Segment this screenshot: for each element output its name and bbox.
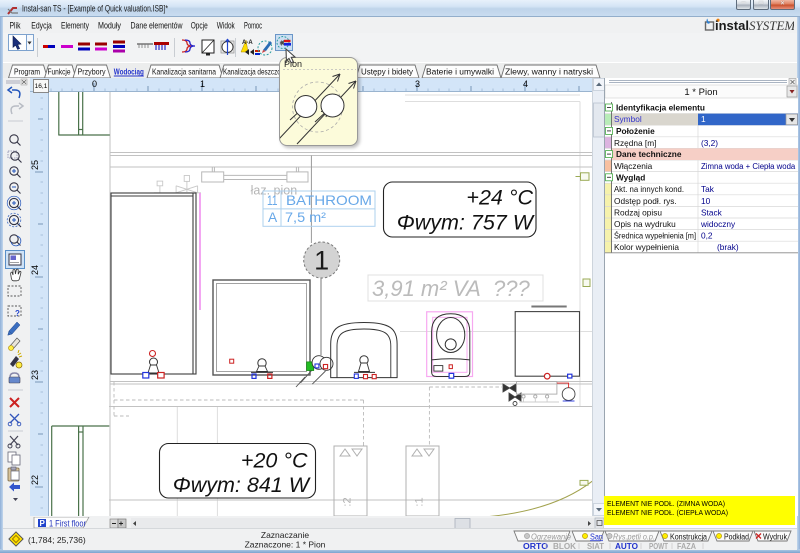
svg-text:3: 3 — [415, 79, 420, 89]
svg-text:ELEMENT NIE PODŁ. (CIEPŁA WODA: ELEMENT NIE PODŁ. (CIEPŁA WODA) — [607, 508, 728, 517]
svg-text:Φwym: 841 W: Φwym: 841 W — [173, 473, 311, 497]
svg-text:Stack: Stack — [701, 207, 723, 217]
svg-text:Opis na wydruku: Opis na wydruku — [614, 219, 676, 229]
svg-text:0,2: 0,2 — [701, 231, 713, 241]
svg-text:Odstęp podł. rys.: Odstęp podł. rys. — [614, 196, 677, 206]
svg-text:Zaznaczone: 1 * Pion: Zaznaczone: 1 * Pion — [245, 540, 326, 550]
svg-text:22: 22 — [30, 475, 40, 485]
svg-text:Dane elementów: Dane elementów — [131, 21, 183, 31]
svg-text:25: 25 — [30, 160, 40, 170]
svg-text:23: 23 — [30, 370, 40, 380]
svg-text:Położenie: Położenie — [616, 126, 655, 136]
svg-text:Rys.pętli o.p.: Rys.pętli o.p. — [613, 533, 655, 542]
svg-text:FAZA: FAZA — [677, 542, 696, 550]
svg-text:+20 °C: +20 °C — [241, 449, 308, 473]
svg-text:Φwym: 757 W: Φwym: 757 W — [397, 211, 535, 235]
svg-text:?: ? — [15, 309, 20, 318]
svg-text:7,5 m²: 7,5 m² — [285, 210, 326, 225]
svg-text:SYSTEM: SYSTEM — [749, 18, 794, 32]
svg-text::1: :1 — [414, 497, 426, 506]
svg-text:3,91 m² VA ???: 3,91 m² VA ??? — [372, 276, 531, 301]
svg-text:Kolor wypełnienia: Kolor wypełnienia — [614, 242, 679, 252]
svg-text:AUTO: AUTO — [615, 542, 638, 550]
svg-text:Podkład: Podkład — [724, 533, 749, 542]
svg-text::2: :2 — [342, 497, 354, 506]
svg-text:Identyfikacja elementu: Identyfikacja elementu — [616, 103, 705, 113]
svg-text:Wodociąg: Wodociąg — [114, 67, 144, 77]
svg-text:Wygląd: Wygląd — [616, 172, 645, 182]
svg-text:Dane techniczne: Dane techniczne — [616, 149, 682, 159]
svg-text:1: 1 — [314, 246, 329, 276]
svg-text:Pomoc: Pomoc — [244, 21, 262, 31]
svg-text:4: 4 — [523, 79, 528, 89]
svg-text:Baterie i umywalki: Baterie i umywalki — [426, 67, 494, 77]
svg-text:Wydruk: Wydruk — [763, 533, 788, 542]
svg-text:1 * Pion: 1 * Pion — [684, 87, 717, 98]
svg-text:Średnica wypełnienia [m]: Średnica wypełnienia [m] — [614, 230, 696, 241]
svg-text:1: 1 — [701, 114, 706, 124]
svg-text:(3,2): (3,2) — [701, 138, 718, 148]
svg-text:Akt. na innych kond.: Akt. na innych kond. — [614, 184, 684, 194]
svg-text:Moduły: Moduły — [98, 21, 121, 31]
svg-text:24: 24 — [30, 265, 40, 275]
svg-text:Zlewy, wanny i natryski: Zlewy, wanny i natryski — [505, 67, 593, 77]
svg-text:POWT: POWT — [649, 542, 668, 550]
svg-text:SIAT: SIAT — [587, 542, 604, 550]
svg-text:(brak): (brak) — [717, 242, 739, 252]
svg-text:11: 11 — [267, 193, 278, 208]
svg-text:Plik: Plik — [10, 21, 21, 31]
svg-text:1: 1 — [200, 79, 205, 89]
svg-text:Instal-san TS - [Example of Qu: Instal-san TS - [Example of Quick valuat… — [22, 4, 168, 15]
svg-text:Zaznaczanie: Zaznaczanie — [261, 530, 309, 540]
svg-text:A-A: A-A — [242, 40, 253, 46]
svg-text:0: 0 — [92, 79, 97, 89]
svg-text:Edycja: Edycja — [31, 21, 52, 31]
svg-text:P: P — [40, 519, 46, 528]
svg-text:Opcje: Opcje — [191, 21, 208, 31]
svg-text:(1,784; 25,736): (1,784; 25,736) — [28, 535, 86, 545]
svg-text:Przybory: Przybory — [78, 67, 107, 77]
svg-text:Ustępy i bidety: Ustępy i bidety — [361, 67, 414, 77]
svg-text:10: 10 — [701, 196, 711, 206]
svg-text:BATHROOM: BATHROOM — [286, 193, 372, 208]
svg-text:ELEMENT NIE PODŁ. (ZIMNA WODA): ELEMENT NIE PODŁ. (ZIMNA WODA) — [607, 499, 725, 508]
svg-text:Konstrukcja: Konstrukcja — [670, 533, 707, 542]
svg-text:1 First floor: 1 First floor — [49, 519, 86, 529]
svg-text:ORTO: ORTO — [523, 542, 548, 550]
svg-text:Rzędna [m]: Rzędna [m] — [614, 138, 656, 148]
svg-text:Widok: Widok — [217, 21, 235, 31]
svg-text:Funkcje: Funkcje — [48, 67, 71, 77]
svg-text:BLOK: BLOK — [553, 542, 576, 550]
svg-text:Tak: Tak — [701, 184, 715, 194]
svg-text:Rodzaj opisu: Rodzaj opisu — [614, 207, 662, 217]
svg-text:Kanalizacja sanitarna: Kanalizacja sanitarna — [152, 67, 216, 77]
svg-text:Ogrzewanie: Ogrzewanie — [531, 533, 572, 542]
svg-text:Włączenia: Włączenia — [614, 161, 653, 171]
svg-text:Elementy: Elementy — [61, 21, 89, 31]
svg-text:San: San — [590, 533, 603, 542]
svg-text:+24 °C: +24 °C — [466, 186, 533, 210]
svg-text:widoczny: widoczny — [700, 219, 736, 229]
svg-text:A: A — [268, 210, 278, 225]
svg-text:instal: instal — [715, 18, 749, 32]
svg-text:Zimna woda + Ciepła woda: Zimna woda + Ciepła woda — [701, 162, 796, 171]
svg-text:Program: Program — [14, 67, 40, 77]
svg-text:Symbol: Symbol — [614, 114, 642, 124]
